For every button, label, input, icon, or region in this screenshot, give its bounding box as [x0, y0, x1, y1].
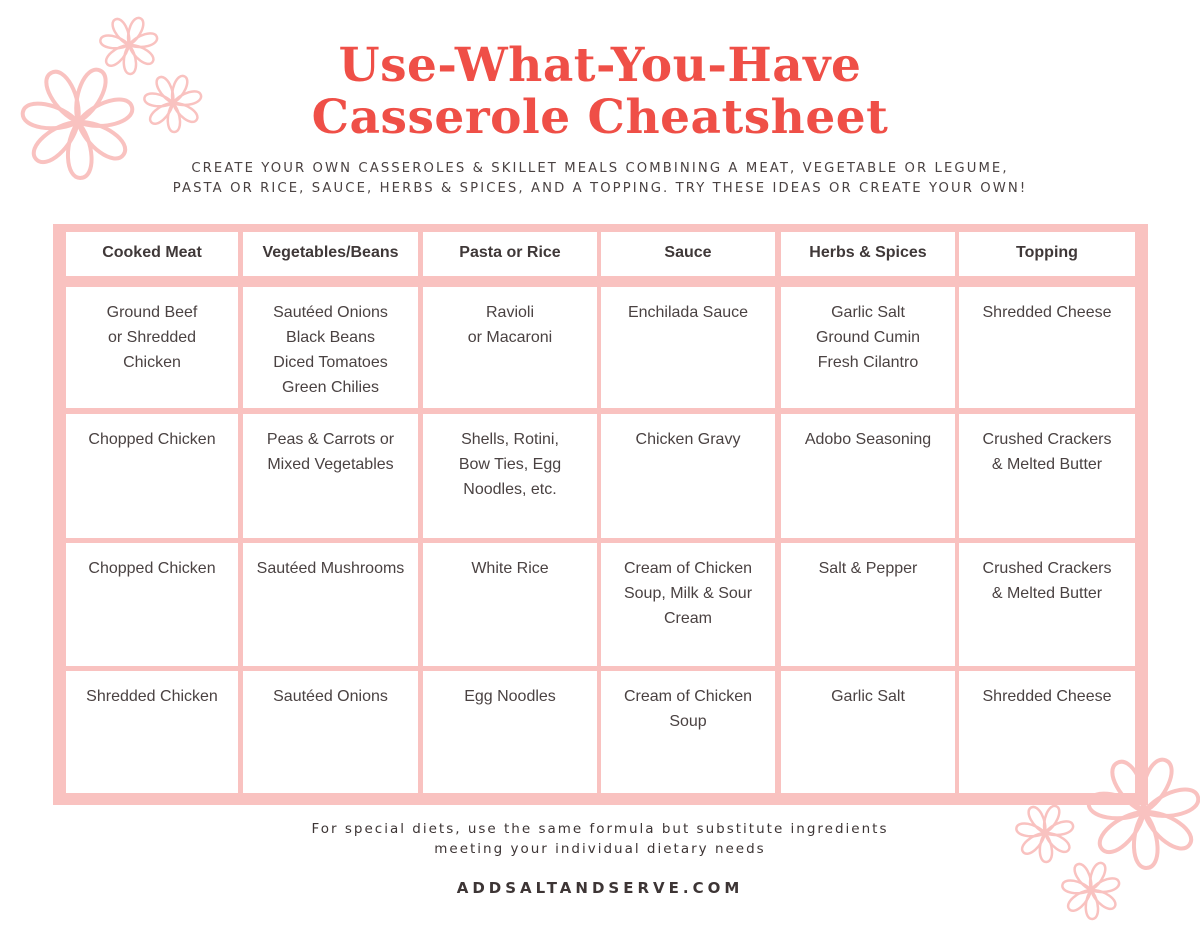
cell-text: Ravioli [485, 304, 534, 321]
cell-text: Green Chilies [282, 379, 379, 396]
cell-text: White Rice [471, 560, 549, 577]
page-title-line-1: Use-What-You-Have [338, 38, 862, 93]
table-cell: Ground Beef or Shredded Chicken [66, 287, 238, 408]
cell-text: Chicken [123, 354, 181, 371]
table-cell: Sautéed Mushrooms [243, 543, 418, 666]
cell-text: Bow Ties, Egg [458, 456, 562, 473]
cell-text: Crushed Crackers [982, 431, 1112, 448]
table-cell: Ravioli or Macaroni [423, 287, 597, 408]
cell-text: Shredded Cheese [982, 304, 1112, 321]
cell-text: Sautéed Mushrooms [256, 560, 405, 577]
table-cell: Peas & Carrots or Mixed Vegetables [243, 414, 418, 538]
cell-text: Chicken Gravy [635, 431, 741, 448]
column-header: Topping [959, 232, 1135, 276]
table-cell: Cream of Chicken Soup [601, 671, 775, 793]
cell-text: Shells, Rotini, [461, 431, 559, 448]
table-cell: Sautéed Onions [243, 671, 418, 793]
cell-text: Sauce [664, 244, 712, 261]
cell-text: Chopped Chicken [88, 560, 216, 577]
cell-text: Shredded Cheese [982, 688, 1112, 705]
table-cell: Crushed Crackers & Melted Butter [959, 414, 1135, 538]
page-title-line-2: Casserole Cheatsheet [311, 90, 889, 145]
subtitle-line-1: CREATE YOUR OWN CASSEROLES & SKILLET MEA… [191, 161, 1009, 176]
cell-text: Egg Noodles [464, 688, 556, 705]
cell-text: & Melted Butter [991, 456, 1103, 473]
table-cell: Adobo Seasoning [781, 414, 955, 538]
cell-text: or Macaroni [467, 329, 553, 346]
table-cell: Cream of Chicken Soup, Milk & Sour Cream [601, 543, 775, 666]
column-header: Sauce [601, 232, 775, 276]
cell-text: Enchilada Sauce [627, 304, 749, 321]
cell-text: Herbs & Spices [809, 244, 927, 261]
cell-text: Pasta or Rice [459, 244, 561, 261]
cheatsheet-table: Cooked Meat Vegetables/Beans Pasta or Rice… [53, 224, 1148, 805]
cell-text: Adobo Seasoning [804, 431, 932, 448]
cell-text: or Shredded [107, 329, 197, 346]
table-cell: Shells, Rotini, Bow Ties, Egg Noodles, etc… [423, 414, 597, 538]
table-cell: Chopped Chicken [66, 543, 238, 666]
table-cell: Crushed Crackers & Melted Butter [959, 543, 1135, 666]
cell-text: Peas & Carrots or [266, 431, 395, 448]
cell-text: Ground Cumin [815, 329, 921, 346]
column-header: Herbs & Spices [781, 232, 955, 276]
cell-text: Cream of Chicken [623, 688, 753, 705]
cell-text: Cream [663, 610, 712, 627]
table-cell: White Rice [423, 543, 597, 666]
cell-text: Mixed Vegetables [267, 456, 394, 473]
column-header: Cooked Meat [66, 232, 238, 276]
table-cell: Garlic Salt Ground Cumin Fresh Cilantro [781, 287, 955, 408]
cell-text: Soup, Milk & Sour [623, 585, 753, 602]
table-cell: Chopped Chicken [66, 414, 238, 538]
footnote-line-2: meeting your individual dietary needs [434, 841, 766, 857]
cell-text: Soup [669, 713, 707, 730]
cell-text: Sautéed Onions [273, 688, 388, 705]
table-cell: Garlic Salt [781, 671, 955, 793]
cell-text: Topping [1016, 244, 1078, 261]
subtitle-line-2: PASTA OR RICE, SAUCE, HERBS & SPICES, AN… [172, 181, 1028, 196]
table-cell: Chicken Gravy [601, 414, 775, 538]
table-cell: Enchilada Sauce [601, 287, 775, 408]
cell-text: Diced Tomatoes [273, 354, 388, 371]
table-cell: Shredded Chicken [66, 671, 238, 793]
cell-text: Ground Beef [106, 304, 198, 321]
cell-text: Cooked Meat [102, 244, 202, 261]
cell-text: Chopped Chicken [88, 431, 216, 448]
website-url: ADDSALTANDSERVE.COM [456, 879, 744, 897]
cell-text: Garlic Salt [831, 688, 905, 705]
column-header: Pasta or Rice [423, 232, 597, 276]
cell-text: Black Beans [286, 329, 375, 346]
table-cell: Salt & Pepper [781, 543, 955, 666]
table-cell: Shredded Cheese [959, 287, 1135, 408]
column-header: Vegetables/Beans [243, 232, 418, 276]
cell-text: Fresh Cilantro [817, 354, 919, 371]
table-cell: Sautéed Onions Black Beans Diced Tomatoes G… [243, 287, 418, 408]
cell-text: Cream of Chicken [623, 560, 753, 577]
cell-text: Garlic Salt [831, 304, 905, 321]
cell-text: Sautéed Onions [273, 304, 388, 321]
cell-text: & Melted Butter [991, 585, 1103, 602]
cell-text: Crushed Crackers [982, 560, 1112, 577]
cell-text: Salt & Pepper [818, 560, 918, 577]
cell-text: Vegetables/Beans [262, 244, 399, 261]
table-cell: Egg Noodles [423, 671, 597, 793]
footnote-line-1: For special diets, use the same formula … [311, 821, 889, 837]
cell-text: Noodles, etc. [463, 481, 557, 498]
cell-text: Shredded Chicken [86, 688, 218, 705]
